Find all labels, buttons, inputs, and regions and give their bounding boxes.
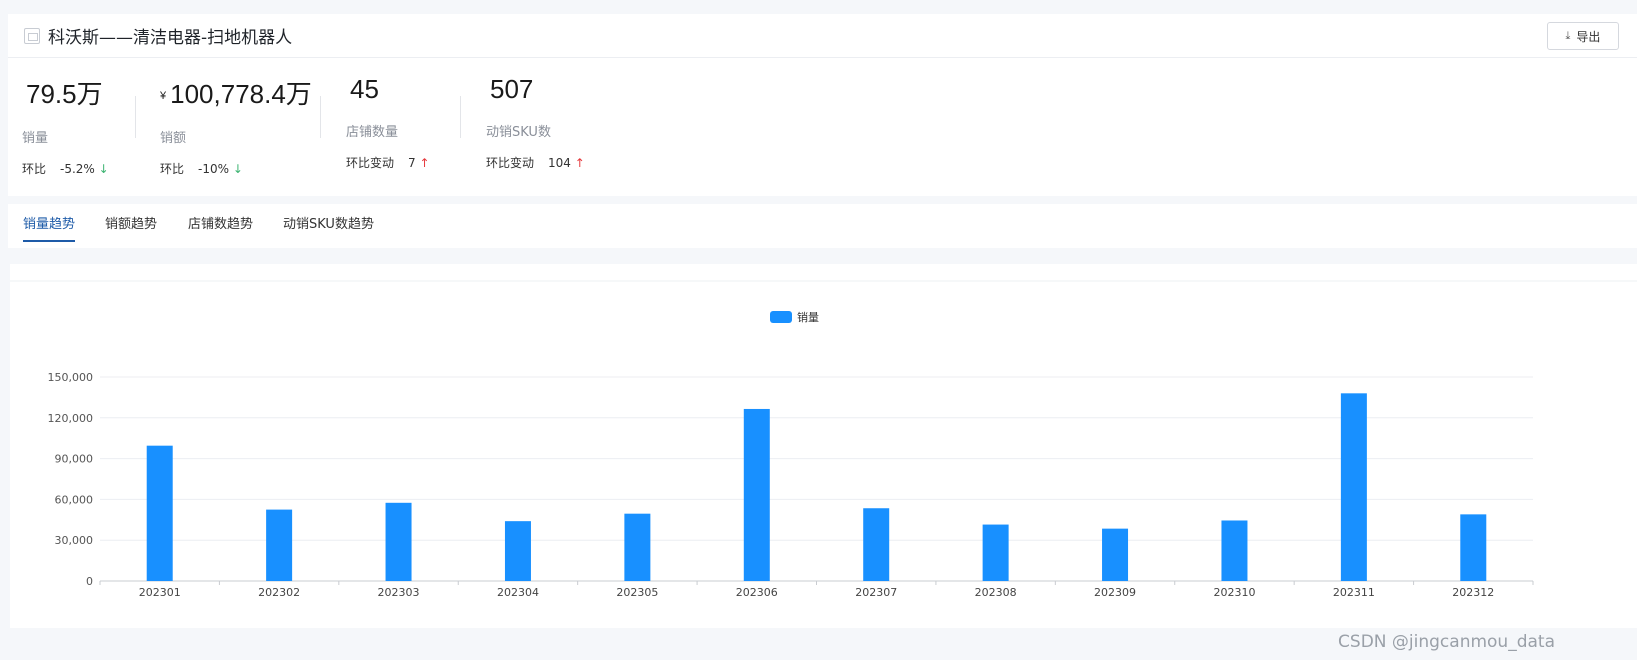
bar-202312	[1460, 514, 1487, 581]
chart-card: 销量 0 30,000 60,000 90,000 120,000 150,000 20230…	[10, 264, 1637, 628]
metric-label: 销量	[22, 131, 49, 146]
metric-label: 动销SKU数	[486, 125, 551, 140]
header-row: 科沃斯——清洁电器-扫地机器人 ⤓ 导出	[8, 14, 1637, 58]
x-tick-label: 202307	[855, 586, 897, 599]
y-tick-label: 60,000	[55, 493, 94, 506]
export-button[interactable]: ⤓ 导出	[1547, 22, 1619, 50]
y-tick-label: 0	[86, 575, 93, 588]
y-tick-label: 150,000	[48, 371, 94, 384]
x-tick-label: 202302	[258, 586, 300, 599]
y-tick-label: 90,000	[55, 453, 94, 466]
metric-sales-volume: 79.5万 销量 环比 -5.2% ↓	[22, 74, 109, 177]
bar-202302	[266, 509, 293, 581]
bar-202301	[146, 445, 173, 581]
y-tick-label: 30,000	[55, 534, 94, 547]
x-tick-label: 202311	[1333, 586, 1375, 599]
tab-bar: 销量趋势 销额趋势 店铺数趋势 动销SKU数趋势	[8, 204, 1637, 248]
bar-chart: 销量 0 30,000 60,000 90,000 120,000 150,000 20230…	[10, 280, 1637, 599]
legend-swatch	[770, 311, 792, 323]
page-title: 科沃斯——清洁电器-扫地机器人	[48, 28, 293, 48]
bar-202308	[982, 524, 1009, 581]
image-icon	[24, 28, 40, 44]
bar-202310	[1221, 520, 1248, 581]
bar-202306	[743, 408, 770, 581]
x-tick-label: 202308	[975, 586, 1017, 599]
arrow-up-icon: ↑	[574, 156, 585, 170]
x-tick-label: 202301	[139, 586, 181, 599]
metric-label: 店铺数量	[346, 125, 399, 140]
metric-value: ¥100,778.4万	[160, 79, 312, 109]
x-tick-label: 202306	[736, 586, 778, 599]
x-tick-label: 202304	[497, 586, 539, 599]
arrow-down-icon: ↓	[98, 162, 109, 176]
metric-active-sku: 507 动销SKU数 环比变动 104 ↑	[486, 74, 585, 171]
y-tick-label: 120,000	[48, 412, 94, 425]
bar-202303	[385, 502, 412, 581]
metric-value: 507	[490, 74, 534, 104]
tab-active-sku-trend[interactable]: 动销SKU数趋势	[283, 213, 374, 240]
metric-store-count: 45 店铺数量 环比变动 7 ↑	[346, 74, 430, 171]
bar-202311	[1340, 393, 1367, 581]
arrow-up-icon: ↑	[419, 156, 430, 170]
metric-value: 45	[350, 74, 379, 104]
bar-202307	[863, 508, 890, 581]
x-tick-label: 202305	[616, 586, 658, 599]
metric-change: 环比 -5.2% ↓	[22, 162, 109, 176]
export-label: 导出	[1576, 29, 1601, 44]
metric-value: 79.5万	[26, 79, 103, 109]
tab-sales-amount-trend[interactable]: 销额趋势	[105, 213, 157, 240]
divider	[460, 96, 461, 138]
metric-label: 销额	[160, 131, 187, 146]
x-tick-label: 202309	[1094, 586, 1136, 599]
download-icon: ⤓	[1565, 29, 1571, 42]
metric-change: 环比变动 104 ↑	[486, 156, 585, 170]
arrow-down-icon: ↓	[232, 162, 243, 176]
metric-sales-amount: ¥100,778.4万 销额 环比 -10% ↓	[160, 74, 312, 177]
bar-202305	[624, 513, 651, 581]
x-tick-label: 202312	[1452, 586, 1494, 599]
divider	[135, 96, 136, 138]
x-tick-label: 202310	[1213, 586, 1255, 599]
bar-202309	[1102, 528, 1129, 581]
tab-store-count-trend[interactable]: 店铺数趋势	[188, 213, 253, 240]
summary-card: 科沃斯——清洁电器-扫地机器人 ⤓ 导出 79.5万 销量 环比 -5.2% ↓ …	[8, 14, 1637, 196]
tab-sales-volume-trend[interactable]: 销量趋势	[23, 213, 76, 242]
bar-202304	[504, 521, 531, 581]
metric-change: 环比 -10% ↓	[160, 162, 243, 176]
metric-change: 环比变动 7 ↑	[346, 156, 430, 170]
watermark: CSDN @jingcanmou_data	[1338, 632, 1555, 652]
x-tick-label: 202303	[378, 586, 420, 599]
legend-label: 销量	[797, 310, 819, 324]
divider	[320, 96, 321, 138]
